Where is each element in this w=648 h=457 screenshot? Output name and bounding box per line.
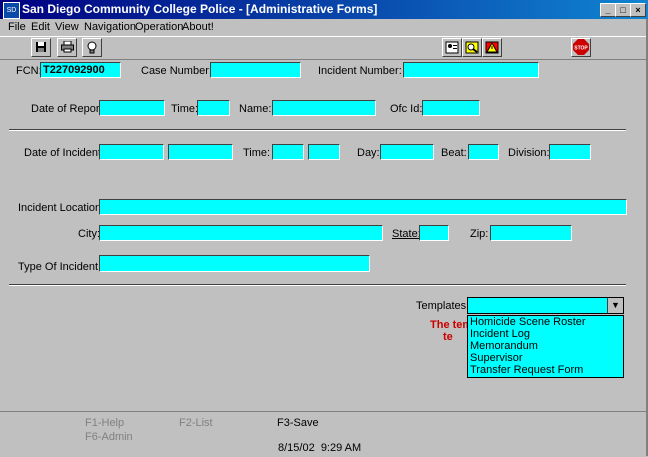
template-option[interactable]: Supervisor: [468, 352, 623, 364]
warning-line-2: te: [443, 331, 453, 343]
maximize-button[interactable]: □: [615, 3, 631, 17]
state-label[interactable]: State:: [392, 227, 421, 241]
date-of-incident-label: Date of Incident:: [24, 147, 105, 159]
print-icon[interactable]: [57, 38, 77, 57]
warning-line-1: The tem: [430, 319, 470, 331]
save-icon[interactable]: [31, 38, 51, 57]
incident-number-label: Incident Number:: [318, 65, 402, 77]
menu-edit[interactable]: Edit: [31, 21, 50, 33]
app-icon: SD: [3, 2, 20, 19]
f1-help-key[interactable]: F1-Help: [85, 417, 124, 429]
date-of-incident-field[interactable]: [99, 144, 164, 160]
svg-text:STOP: STOP: [574, 46, 588, 52]
search-records-icon[interactable]: [462, 38, 482, 57]
f3-save-key[interactable]: F3-Save: [277, 417, 319, 429]
name-field[interactable]: [272, 100, 376, 116]
fcn-field[interactable]: T227092900: [40, 62, 121, 78]
zip-field[interactable]: [490, 225, 572, 241]
divider-2: [9, 284, 626, 286]
divider: [9, 129, 626, 131]
state-field[interactable]: [419, 225, 449, 241]
case-number-label: Case Number:: [141, 65, 212, 77]
date-of-report-field[interactable]: [99, 100, 165, 116]
menu-file[interactable]: File: [8, 21, 26, 33]
templates-select[interactable]: ▼: [467, 297, 624, 314]
city-field[interactable]: [99, 225, 383, 241]
incident-time-label: Time:: [243, 147, 271, 159]
menu-operation[interactable]: Operation: [135, 21, 183, 33]
chevron-down-icon[interactable]: ▼: [607, 298, 623, 313]
day-field[interactable]: [380, 144, 434, 160]
time-field[interactable]: [197, 100, 230, 116]
f6-admin-key[interactable]: F6-Admin: [85, 431, 133, 443]
toolbar: STOP: [0, 36, 648, 60]
menu-bar: File Edit View Navigation Operation Abou…: [0, 19, 648, 36]
status-datetime: 8/15/02 9:29 AM: [278, 442, 362, 454]
date-of-incident-field-2[interactable]: [168, 144, 233, 160]
date-of-report-label: Date of Report:: [31, 103, 106, 115]
title-bar[interactable]: SD San Diego Community College Police - …: [0, 0, 648, 19]
zip-label: Zip:: [470, 228, 489, 240]
name-label: Name:: [239, 103, 272, 115]
incident-number-field[interactable]: [403, 62, 539, 78]
city-label: City:: [78, 228, 100, 240]
window-title: San Diego Community College Police - [Ad…: [22, 2, 378, 16]
template-option[interactable]: Memorandum: [468, 340, 623, 352]
day-label: Day:: [357, 147, 380, 159]
fcn-label: FCN:: [16, 65, 42, 77]
templates-dropdown-list: Homicide Scene Roster Incident Log Memor…: [467, 315, 624, 378]
incident-location-field[interactable]: [99, 199, 627, 215]
type-of-incident-field[interactable]: [99, 255, 370, 272]
menu-navigation[interactable]: Navigation: [84, 21, 136, 33]
incident-location-label: Incident Location:: [18, 202, 105, 214]
user-lookup-icon[interactable]: [442, 38, 462, 57]
minimize-button[interactable]: _: [600, 3, 616, 17]
ofc-id-label: Ofc Id:: [390, 103, 423, 115]
type-of-incident-label: Type Of Incident:: [18, 261, 102, 273]
incident-time-field[interactable]: [272, 144, 304, 160]
lightbulb-icon[interactable]: [82, 38, 102, 57]
division-label: Division:: [508, 147, 550, 159]
ofc-id-field[interactable]: [422, 100, 480, 116]
templates-label: Templates:: [416, 300, 470, 312]
beat-label: Beat:: [441, 147, 467, 159]
division-field[interactable]: [549, 144, 591, 160]
case-number-field[interactable]: [210, 62, 301, 78]
template-option[interactable]: Homicide Scene Roster: [468, 316, 623, 328]
incident-time-field-2[interactable]: [308, 144, 340, 160]
template-option[interactable]: Transfer Request Form: [468, 364, 623, 376]
close-button[interactable]: ×: [630, 3, 646, 17]
menu-about[interactable]: About!: [182, 21, 214, 33]
template-option[interactable]: Incident Log: [468, 328, 623, 340]
status-bar: F1-Help F2-List F3-Save F6-Admin 8/15/02…: [0, 411, 648, 457]
menu-view[interactable]: View: [55, 21, 79, 33]
time-label: Time:: [171, 103, 199, 115]
stop-icon[interactable]: STOP: [571, 38, 591, 57]
beat-field[interactable]: [468, 144, 499, 160]
f2-list-key[interactable]: F2-List: [179, 417, 213, 429]
alert-icon[interactable]: [482, 38, 502, 57]
warning-text: The tem te: [430, 319, 470, 343]
